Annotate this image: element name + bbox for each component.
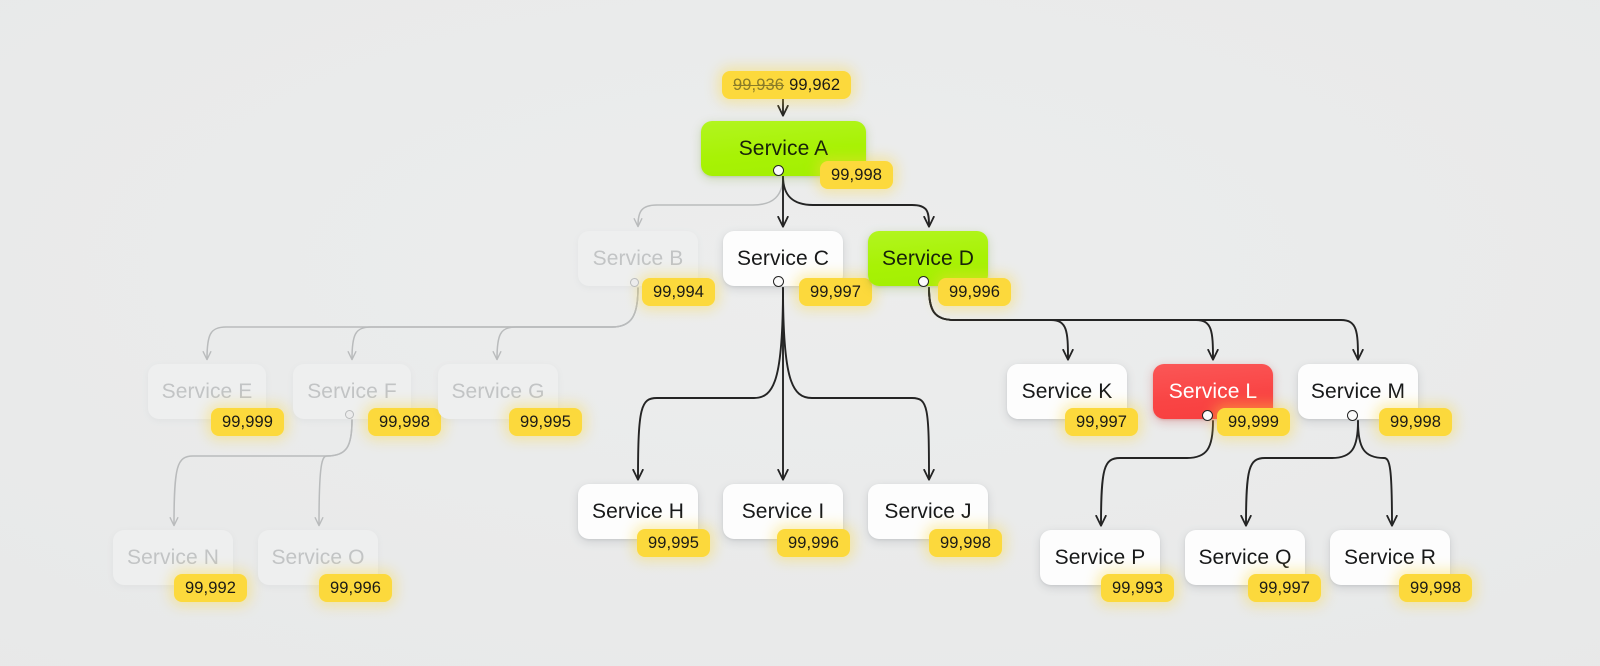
metric-badge-c: 99,997 [799, 278, 873, 306]
node-label: Service L [1168, 379, 1258, 403]
node-label: Service Q [1198, 545, 1292, 569]
metric-value: 99,998 [1410, 578, 1462, 597]
metric-badge-f: 99,998 [368, 408, 442, 436]
metric-value: 99,992 [185, 578, 237, 597]
node-label: Service H [592, 499, 684, 523]
edge-m-to-q [1246, 420, 1359, 525]
metric-value: 99,999 [1228, 412, 1280, 431]
metric-value: 99,998 [831, 165, 883, 184]
edge-f-to-o [319, 419, 353, 525]
metric-badge-r: 99,998 [1399, 574, 1473, 602]
metric-value: 99,995 [648, 533, 700, 552]
connector-dot-l[interactable] [1201, 409, 1213, 421]
edge-a-to-b [638, 175, 784, 226]
metric-value: 99,998 [940, 533, 992, 552]
metric-badge-p: 99,993 [1101, 574, 1175, 602]
metric-value: 99,997 [1259, 578, 1311, 597]
metric-value: 99,999 [222, 412, 274, 431]
metric-badge-k: 99,997 [1065, 408, 1139, 436]
node-label: Service K [1021, 379, 1113, 403]
connector-dot-b[interactable] [629, 277, 639, 287]
metric-value: 99,995 [520, 412, 572, 431]
metric-badge-j: 99,998 [929, 529, 1003, 557]
edge-c-to-h [638, 287, 784, 479]
metric-badge-m: 99,998 [1379, 408, 1453, 436]
connector-dot-d[interactable] [917, 275, 929, 287]
metric-badge-n: 99,992 [174, 574, 248, 602]
node-label: Service A [738, 136, 829, 160]
connector-dot-m[interactable] [1346, 409, 1358, 421]
metric-value: 99,994 [653, 282, 705, 301]
edge-m-to-r [1357, 420, 1392, 525]
root-metric-current: 99,962 [789, 75, 841, 94]
node-label: Service J [884, 499, 972, 523]
metric-value: 99,993 [1112, 578, 1164, 597]
root-metric-previous: 99,936 [733, 75, 785, 94]
node-label: Service P [1054, 545, 1146, 569]
edge-b-to-f [352, 287, 639, 359]
node-label: Service R [1344, 545, 1436, 569]
metric-badge-d: 99,996 [938, 278, 1012, 306]
edge-l-to-p [1101, 420, 1214, 525]
edge-b-to-g [497, 287, 639, 359]
metric-value: 99,997 [810, 282, 862, 301]
metric-badge-l: 99,999 [1217, 408, 1291, 436]
metric-value: 99,996 [330, 578, 382, 597]
node-label: Service N [127, 545, 219, 569]
metric-value: 99,998 [379, 412, 431, 431]
connector-dot-a[interactable] [772, 164, 784, 176]
metric-badge-e: 99,999 [211, 408, 285, 436]
node-label: Service B [592, 246, 684, 270]
diagram-canvas: Service A 99,998 Service B 99,994 Service C9… [0, 0, 1600, 666]
metric-value: 99,997 [1076, 412, 1128, 431]
root-metric-badge: 99,936 99,962 [722, 71, 852, 99]
metric-badge-g: 99,995 [509, 408, 583, 436]
node-label: Service I [741, 499, 825, 523]
node-label: Service G [451, 379, 545, 403]
edge-b-to-e [207, 287, 639, 359]
metric-badge-h: 99,995 [637, 529, 711, 557]
edge-c-to-j [782, 287, 929, 479]
node-label: Service F [307, 379, 397, 403]
connector-dot-c[interactable] [772, 275, 784, 287]
metric-badge-b: 99,994 [642, 278, 716, 306]
metric-badge-a: 99,998 [820, 161, 894, 189]
node-label: Service D [882, 246, 974, 270]
metric-value: 99,996 [949, 282, 1001, 301]
connector-dot-f[interactable] [344, 409, 354, 419]
node-label: Service M [1310, 379, 1406, 403]
metric-value: 99,998 [1390, 412, 1442, 431]
metric-badge-i: 99,996 [777, 529, 851, 557]
metric-badge-q: 99,997 [1248, 574, 1322, 602]
metric-value: 99,996 [788, 533, 840, 552]
node-label: Service C [737, 246, 829, 270]
metric-badge-o: 99,996 [319, 574, 393, 602]
node-label: Service E [161, 379, 253, 403]
node-label: Service O [271, 545, 365, 569]
